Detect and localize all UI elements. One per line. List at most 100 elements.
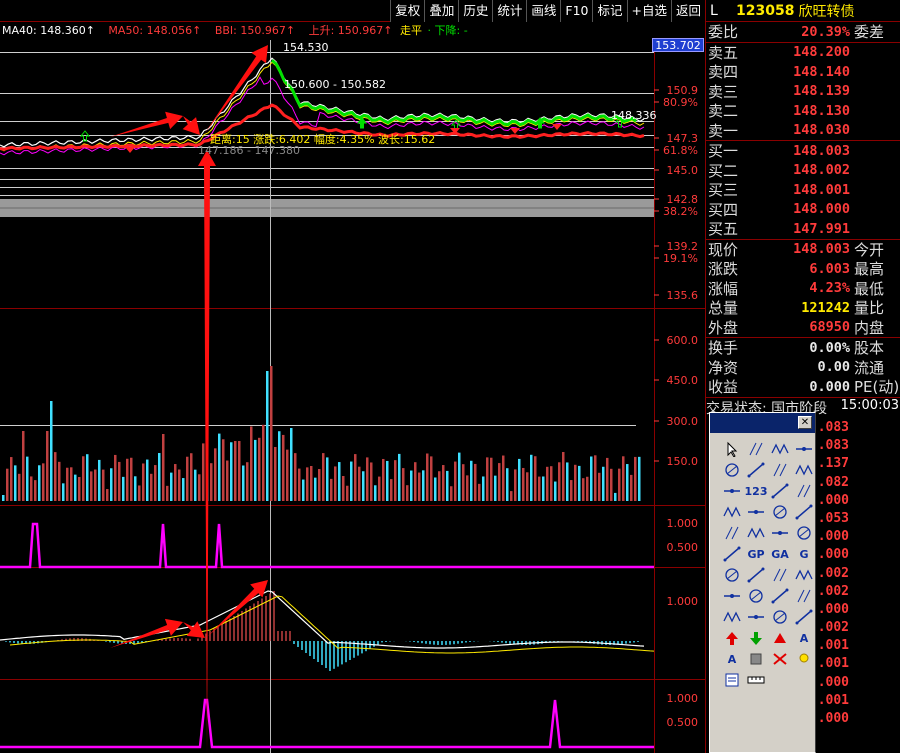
volume-bar: [198, 474, 201, 501]
annotation-right: 148.336: [611, 109, 657, 122]
fib-fan-icon[interactable]: [769, 607, 791, 627]
volume-bar: [638, 456, 641, 501]
annotation-arrow: [110, 111, 183, 137]
tick-value: .082: [817, 474, 849, 490]
volume-bar: [262, 424, 265, 501]
tick-value: .000: [817, 529, 849, 545]
horizontal-line-icon[interactable]: [745, 460, 767, 480]
volume-bar: [546, 466, 549, 501]
delete-icon[interactable]: [769, 649, 791, 669]
sell-marker: [510, 128, 520, 134]
horizontal-segment-icon[interactable]: [769, 460, 791, 480]
volume-bar: [294, 453, 297, 501]
palette-empty: [793, 670, 815, 690]
volume-bar: [398, 453, 401, 501]
bars-icon[interactable]: [745, 565, 767, 585]
speed-lines-icon[interactable]: [769, 565, 791, 585]
polyline-icon[interactable]: [793, 523, 815, 543]
numbered-wave-icon[interactable]: 123: [745, 481, 768, 501]
fib-time-icon[interactable]: [745, 586, 767, 606]
axis-label: 600.0: [667, 334, 699, 347]
drawing-tool-palette[interactable]: ✕ 123 GP GA G A A: [709, 412, 816, 753]
tick-value: .000: [817, 547, 849, 563]
volume-bar: [578, 465, 581, 501]
stats2-list: 换手 0.00% 股本 净资 0.00 流通 收益 0.000 PE(动): [706, 338, 900, 397]
resistance-icon[interactable]: [721, 607, 743, 627]
volume-bar: [166, 485, 169, 501]
trend-line-icon[interactable]: [721, 460, 743, 480]
ruler-icon[interactable]: [745, 670, 767, 690]
time-zone-icon[interactable]: [721, 586, 743, 606]
volume-bar: [186, 456, 189, 501]
up-arrow-icon[interactable]: [721, 628, 743, 648]
fan-icon[interactable]: [721, 544, 743, 564]
gp-text-icon[interactable]: GP: [745, 544, 767, 564]
palette-empty: [769, 670, 791, 690]
down-arrow-icon[interactable]: [745, 628, 767, 648]
line-segment-icon[interactable]: [745, 439, 767, 459]
box-icon[interactable]: [793, 586, 815, 606]
kline-chart-area[interactable]: 复权 叠加 历史 统计 画线 F10 标记 +自选 返回 MA40: 148.360↑ MA50…: [0, 0, 705, 753]
curve-icon[interactable]: [721, 502, 743, 522]
arrow-line-icon[interactable]: [793, 439, 815, 459]
volume-bar: [474, 463, 477, 501]
speed-arc-icon[interactable]: [793, 565, 815, 585]
text-icon[interactable]: A: [793, 628, 815, 648]
support-icon[interactable]: [745, 607, 767, 627]
circle-icon[interactable]: [769, 502, 791, 522]
channel-icon[interactable]: [769, 481, 791, 501]
target-icon[interactable]: [793, 502, 815, 522]
quote-row: 总量 121242 量比: [708, 299, 885, 318]
tick-value: .000: [817, 601, 849, 617]
volume-bar: [626, 464, 629, 501]
ray-icon[interactable]: [769, 439, 791, 459]
horizontal-ray-icon[interactable]: [793, 460, 815, 480]
tick-list: .083 .083 .137 .082 .000 .053 .000 .000 .002 .002…: [806, 420, 900, 729]
volume-bar: [402, 468, 405, 501]
quote-row: 涨幅 4.23% 最低: [708, 279, 885, 298]
volume-bar: [274, 446, 277, 501]
macd-indicator: [0, 590, 655, 671]
quote-row: 买三 148.001: [708, 181, 850, 200]
ga-text-icon[interactable]: GA: [769, 544, 791, 564]
tick-value: .000: [817, 711, 849, 726]
gann-icon[interactable]: G: [793, 544, 815, 564]
volume-bar: [622, 456, 625, 501]
volume-bar: [2, 495, 5, 501]
volume-bar: [18, 473, 21, 501]
volume-bar: [66, 467, 69, 501]
volume-bar: [418, 472, 421, 501]
close-icon[interactable]: ✕: [798, 416, 812, 429]
zigzag-icon[interactable]: [769, 523, 791, 543]
pulse-line: [0, 522, 654, 569]
volume-bar: [370, 462, 373, 501]
volume-bar: [634, 456, 637, 501]
volume-bar: [298, 468, 301, 501]
mark-icon[interactable]: [769, 628, 791, 648]
tick-value: .001: [817, 638, 849, 654]
palette-title-bar[interactable]: ✕: [710, 413, 815, 433]
volume-bar: [594, 455, 597, 501]
quote-row: 买五 147.991: [708, 220, 850, 239]
arc-icon[interactable]: [745, 502, 767, 522]
rect-icon[interactable]: [793, 607, 815, 627]
volume-bar: [254, 439, 257, 501]
period-icon[interactable]: [721, 565, 743, 585]
volume-bar: [374, 485, 377, 501]
text-box-icon[interactable]: A: [721, 649, 743, 669]
note-icon[interactable]: [721, 670, 743, 690]
parallel-channel-icon[interactable]: [793, 481, 815, 501]
light-icon[interactable]: [793, 649, 815, 669]
volume-bar: [174, 464, 177, 501]
volume-bar: [46, 431, 49, 501]
wave-icon[interactable]: [745, 523, 767, 543]
cycle-icon[interactable]: [769, 586, 791, 606]
volume-bar: [450, 486, 453, 501]
volume-bar: [586, 476, 589, 501]
pointer-icon[interactable]: [721, 439, 743, 459]
w-pattern-icon[interactable]: [721, 523, 743, 543]
stop-icon[interactable]: [745, 649, 767, 669]
volume-bar: [162, 434, 165, 501]
parallel-line-icon[interactable]: [721, 481, 743, 501]
volume-bars: [2, 366, 641, 501]
